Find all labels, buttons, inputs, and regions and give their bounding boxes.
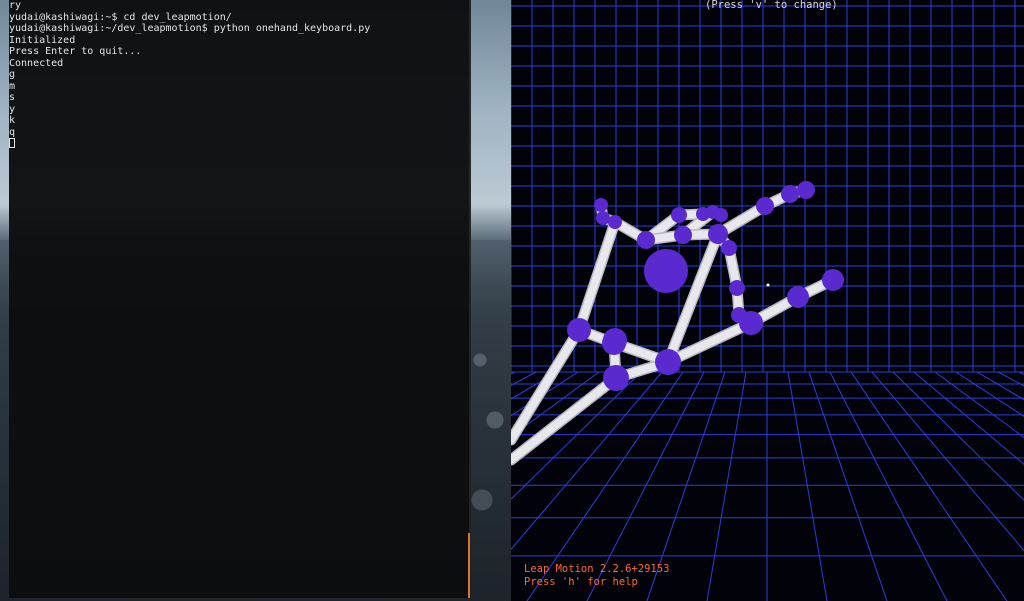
version-label: Leap Motion 2.2.6+29153 [524, 563, 670, 575]
terminal-cursor[interactable] [9, 138, 15, 148]
finger-joint [756, 197, 774, 215]
terminal-line: Press Enter to quit... [9, 46, 142, 57]
finger-joint [739, 311, 763, 335]
finger-joint [714, 208, 728, 222]
palm-center-joint [644, 249, 688, 293]
leap-motion-visualizer[interactable]: (Press 'v' to change) Leap Motion 2.2.6+… [511, 0, 1024, 601]
finger-joint [594, 198, 608, 212]
terminal-line: q [9, 126, 16, 138]
terminal-line: k [9, 115, 16, 126]
grid-line [892, 371, 1024, 501]
finger-joint [603, 328, 627, 352]
help-hint: Press 'h' for help [524, 576, 638, 588]
finger-joint [822, 269, 844, 291]
finger-joint [655, 349, 681, 375]
terminal-line: s [9, 92, 16, 103]
finger-joint [671, 207, 687, 223]
finger-joint [787, 286, 809, 308]
terminal-line: g [9, 69, 16, 80]
finger-bone [575, 218, 619, 334]
finger-joint [674, 226, 692, 244]
finger-joint [781, 185, 799, 203]
pointer-dot [766, 283, 770, 287]
grid-line [1018, 371, 1024, 376]
finger-joint [721, 240, 737, 256]
terminal-window[interactable]: ry yudai@kashiwagi:~$ cd dev_leapmotion/y… [9, 0, 471, 598]
terminal-line: ry [9, 0, 22, 11]
finger-joint [596, 211, 610, 225]
grid-line [511, 371, 516, 375]
terminal-line: y [9, 103, 16, 115]
view-change-hint: (Press 'v' to change) [705, 0, 838, 11]
terminal-line: m [9, 80, 16, 92]
finger-joint [708, 224, 728, 244]
finger-joint [797, 181, 815, 199]
terminal-resize-edge[interactable] [468, 533, 470, 598]
finger-joint [603, 365, 629, 391]
terminal-line: Initialized [9, 34, 76, 46]
finger-joint [637, 231, 655, 249]
finger-joint [729, 280, 745, 296]
visualizer-scene [511, 0, 1024, 601]
terminal-output: ry yudai@kashiwagi:~$ cd dev_leapmotion/y… [9, 0, 370, 150]
terminal-line: yudai@kashiwagi:~/dev_leapmotion$ python… [9, 23, 371, 34]
terminal-line: yudai@kashiwagi:~$ cd dev_leapmotion/ [9, 11, 232, 23]
grid-line [955, 371, 1024, 417]
finger-joint [608, 215, 622, 229]
finger-joint [567, 318, 591, 342]
terminal-line: Connected [9, 57, 64, 69]
hand-skeleton-bones [511, 184, 839, 466]
grid-line [871, 371, 1024, 552]
grid-line [997, 371, 1024, 387]
